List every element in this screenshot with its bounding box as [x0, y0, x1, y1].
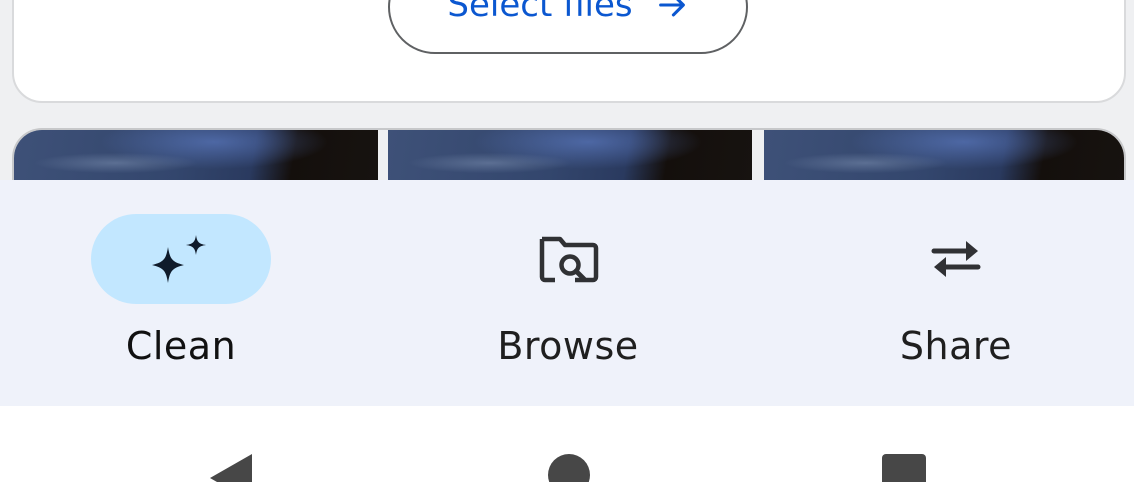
system-navigation-bar	[0, 406, 1134, 482]
thumbnail-strip	[12, 128, 1126, 188]
folder-search-icon	[539, 236, 599, 283]
back-icon[interactable]	[210, 454, 252, 482]
home-icon[interactable]	[548, 454, 590, 482]
recents-icon[interactable]	[882, 454, 926, 482]
screen: Select files Clean Browse Share	[0, 0, 1134, 482]
select-files-button[interactable]: Select files	[388, 0, 748, 54]
nav-item-share[interactable]: Share	[806, 214, 1106, 368]
nav-icon-container	[866, 214, 1046, 304]
nav-item-browse[interactable]: Browse	[418, 214, 718, 368]
nav-label-browse: Browse	[497, 324, 639, 368]
arrow-right-icon	[658, 0, 685, 17]
nav-active-indicator	[91, 214, 271, 304]
select-files-label: Select files	[447, 0, 633, 25]
sparkle-icon	[152, 235, 206, 283]
bottom-navigation: Clean Browse Share	[0, 180, 1134, 406]
nav-item-clean[interactable]: Clean	[31, 214, 331, 368]
nav-label-share: Share	[899, 324, 1013, 368]
nav-icon-container	[478, 214, 658, 304]
swap-arrows-icon	[931, 241, 981, 277]
nav-label-clean: Clean	[125, 324, 237, 368]
